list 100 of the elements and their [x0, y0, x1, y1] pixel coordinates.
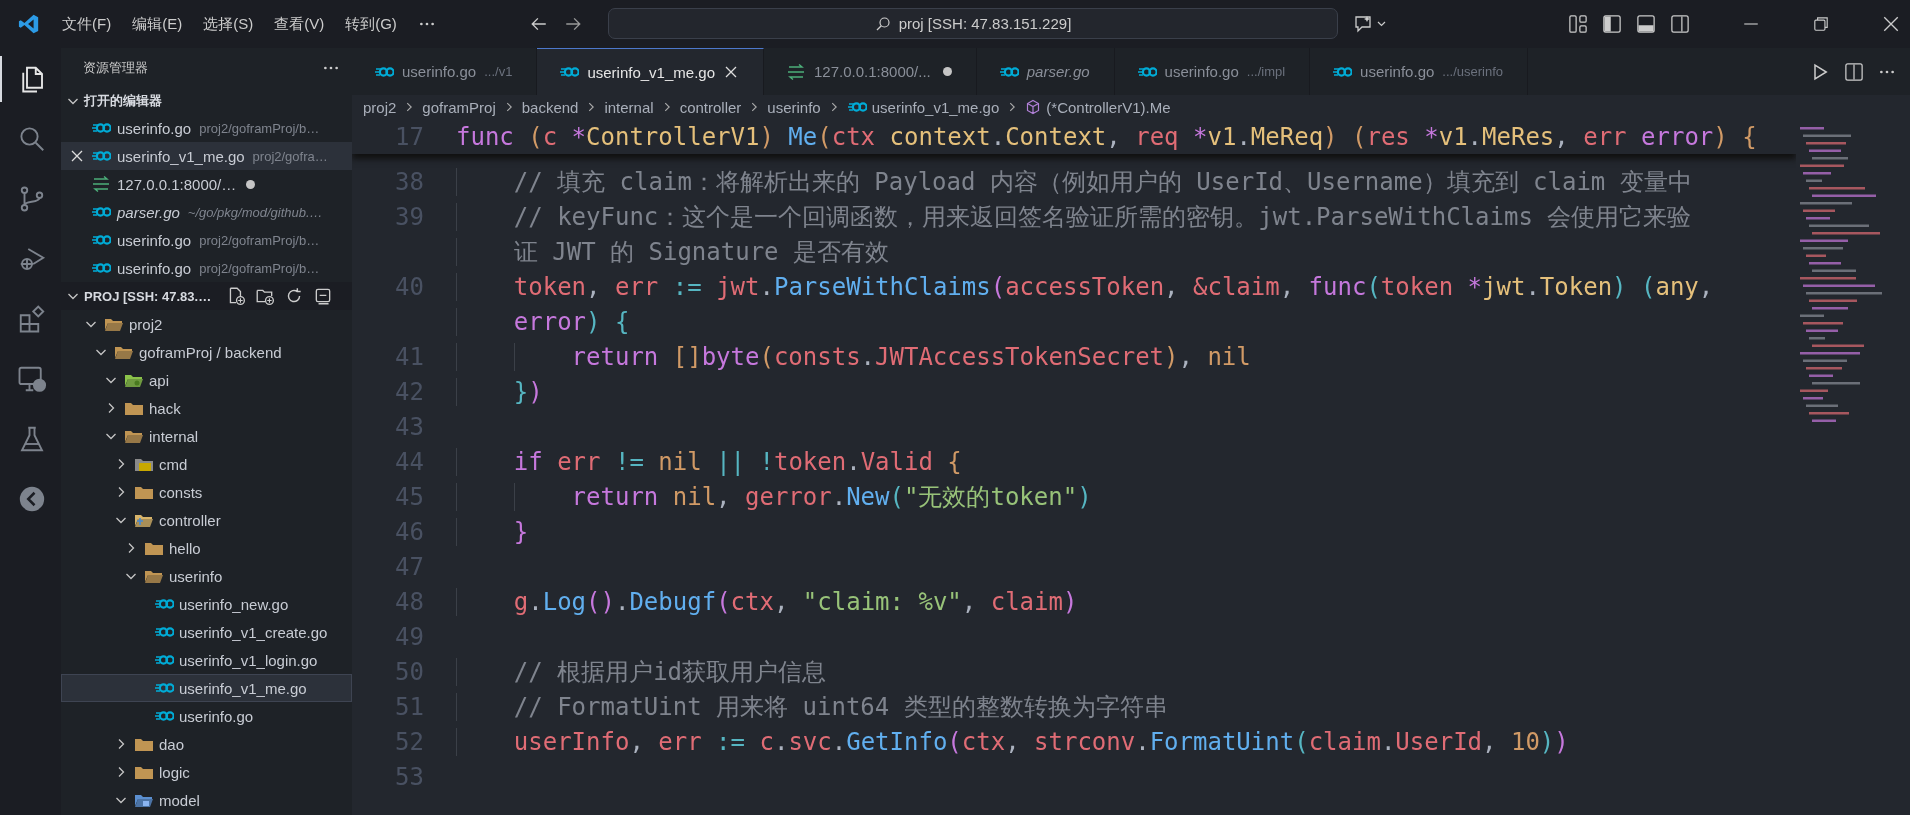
file-type-icon	[91, 262, 111, 274]
tree-item[interactable]: goframProj / backend	[61, 338, 352, 366]
tree-item[interactable]: userinfo.go	[61, 702, 352, 730]
breadcrumb-item[interactable]: userinfo_v1_me.go	[846, 98, 1000, 116]
sidebar-toggle-icon[interactable]	[1602, 14, 1622, 34]
open-editor-item[interactable]: 127.0.0.1:8000/…	[61, 170, 352, 198]
menu-item[interactable]: 文件(F)	[62, 14, 112, 34]
file-type-icon	[374, 65, 394, 78]
section-title: PROJ [SSH: 47.83.…	[84, 288, 212, 304]
tree-item[interactable]: api	[61, 366, 352, 394]
code-line: userInfo, err := c.svc.GetInfo(ctx, strconv.FormatUint(claim.UserId, 10))	[456, 727, 1569, 756]
layout-icon[interactable]	[1568, 14, 1588, 34]
tree-item[interactable]: hack	[61, 394, 352, 422]
file-type-icon	[154, 626, 174, 638]
folder-icon	[144, 568, 164, 584]
folder-icon	[134, 484, 154, 500]
file-type-icon	[154, 710, 174, 722]
menu-item[interactable]: 选择(S)	[203, 14, 254, 34]
menu-item[interactable]: 编辑(E)	[132, 14, 183, 34]
close-icon[interactable]	[69, 148, 85, 164]
open-editor-item[interactable]: userinfo.go proj2/goframProj/b…	[61, 226, 352, 254]
folder-icon	[124, 428, 144, 444]
code-line: // FormatUint 用来将 uint64 类型的整数转换为字符串	[456, 690, 1168, 723]
code-line: 证 JWT 的 Signature 是否有效	[456, 235, 889, 268]
section-title: 打开的编辑器	[84, 91, 162, 110]
folder-icon	[134, 736, 154, 752]
folder-icon	[144, 540, 164, 556]
tree-item[interactable]: userinfo_v1_me.go	[61, 674, 352, 702]
search-icon	[874, 15, 891, 32]
open-editor-item[interactable]: userinfo_v1_me.go proj2/gofra…	[61, 142, 352, 170]
open-editor-item[interactable]: userinfo.go proj2/goframProj/b…	[61, 114, 352, 142]
file-type-icon	[154, 654, 174, 666]
folder-icon	[134, 764, 154, 780]
restore-icon[interactable]	[1812, 15, 1830, 33]
swap-arrows-icon	[786, 63, 806, 80]
breadcrumb-item[interactable]: (*ControllerV1).Me	[1025, 98, 1171, 116]
file-type-icon	[91, 122, 111, 134]
code-line: // 填充 claim：将解析出来的 Payload 内容（例如用户的 UserId、Username）填充到 claim 变量中	[456, 165, 1692, 198]
unsaved-dot	[246, 179, 256, 189]
tree-item[interactable]: userinfo_v1_login.go	[61, 646, 352, 674]
code-line: if err != nil || !token.Valid {	[456, 447, 962, 476]
tree-item[interactable]: logic	[61, 758, 352, 786]
code-line: error) {	[456, 307, 630, 336]
file-type-icon	[91, 206, 111, 218]
panel-title: 资源管理器	[83, 58, 148, 77]
tree-item[interactable]: consts	[61, 478, 352, 506]
editor-tab[interactable]: userinfo_v1_me.go	[537, 48, 764, 95]
menu-item[interactable]: 查看(V)	[274, 14, 325, 34]
editor-tab[interactable]: 127.0.0.1:8000/...	[764, 48, 977, 95]
tree-item[interactable]: userinfo_new.go	[61, 590, 352, 618]
code-line: token, err := jwt.ParseWithClaims(accessToken, &claim, func(token *jwt.Token) (any,	[456, 272, 1714, 301]
breadcrumb-item[interactable]: userinfo	[767, 98, 821, 116]
file-type-icon	[998, 65, 1019, 78]
file-type-icon	[154, 682, 174, 694]
tree-item[interactable]: dao	[61, 730, 352, 758]
code-line: }	[456, 517, 529, 546]
folder-icon	[134, 792, 154, 808]
folder-icon	[124, 372, 144, 388]
open-editor-item[interactable]: userinfo.go proj2/goframProj/b…	[61, 254, 352, 282]
split-panel-icon[interactable]	[1670, 14, 1690, 34]
file-type-icon	[91, 150, 111, 162]
file-type-icon	[559, 66, 580, 78]
panel-toggle-icon[interactable]	[1636, 14, 1656, 34]
app-logo[interactable]	[18, 13, 40, 35]
file-type-icon	[1332, 65, 1353, 78]
menu-item[interactable]: 转到(G)	[345, 14, 397, 34]
swap-arrows-icon	[91, 176, 111, 192]
editor-tab[interactable]: parser.go	[976, 48, 1115, 95]
breadcrumb-item[interactable]: goframProj	[422, 98, 496, 116]
code-line: g.Log().Debugf(ctx, "claim: %v", claim)	[456, 587, 1078, 616]
editor-tab[interactable]: userinfo.go .../userinfo	[1310, 48, 1528, 95]
tree-item[interactable]: internal	[61, 422, 352, 450]
code-line: // 根据用户id获取用户信息	[456, 655, 827, 688]
search-field[interactable]: proj [SSH: 47.83.151.229]	[608, 8, 1338, 39]
open-editor-item[interactable]: parser.go ~/go/pkg/mod/github.…	[61, 198, 352, 226]
breadcrumb-item[interactable]: proj2	[363, 98, 397, 116]
close-icon[interactable]	[723, 64, 739, 80]
close-icon[interactable]	[1882, 15, 1900, 33]
chat-sparkle-icon[interactable]	[1354, 13, 1388, 34]
folder-icon	[134, 456, 154, 472]
tree-item[interactable]: userinfo	[61, 562, 352, 590]
tree-item[interactable]: cmd	[61, 450, 352, 478]
tree-item[interactable]: model	[61, 786, 352, 814]
file-type-icon	[91, 234, 111, 246]
editor-tab[interactable]: userinfo.go .../impl	[1114, 48, 1311, 95]
code-line: return nil, gerror.New("无效的token")	[456, 480, 1092, 513]
breadcrumb-item[interactable]: internal	[604, 98, 654, 116]
split-editor-icon[interactable]	[1844, 61, 1864, 82]
file-type-icon	[154, 598, 174, 610]
folder-icon	[124, 400, 144, 416]
folder-icon	[114, 344, 134, 360]
tree-item[interactable]: userinfo_v1_create.go	[61, 618, 352, 646]
file-type-icon	[1136, 65, 1157, 78]
cube-icon	[1025, 99, 1042, 115]
tree-item[interactable]: hello	[61, 534, 352, 562]
tree-item[interactable]: proj2	[61, 310, 352, 338]
breadcrumb-item[interactable]: backend	[521, 98, 579, 116]
code-line: return []byte(consts.JWTAccessTokenSecret), nil	[456, 342, 1251, 371]
breadcrumb-item[interactable]: controller	[679, 98, 742, 116]
tree-item[interactable]: controller	[61, 506, 352, 534]
